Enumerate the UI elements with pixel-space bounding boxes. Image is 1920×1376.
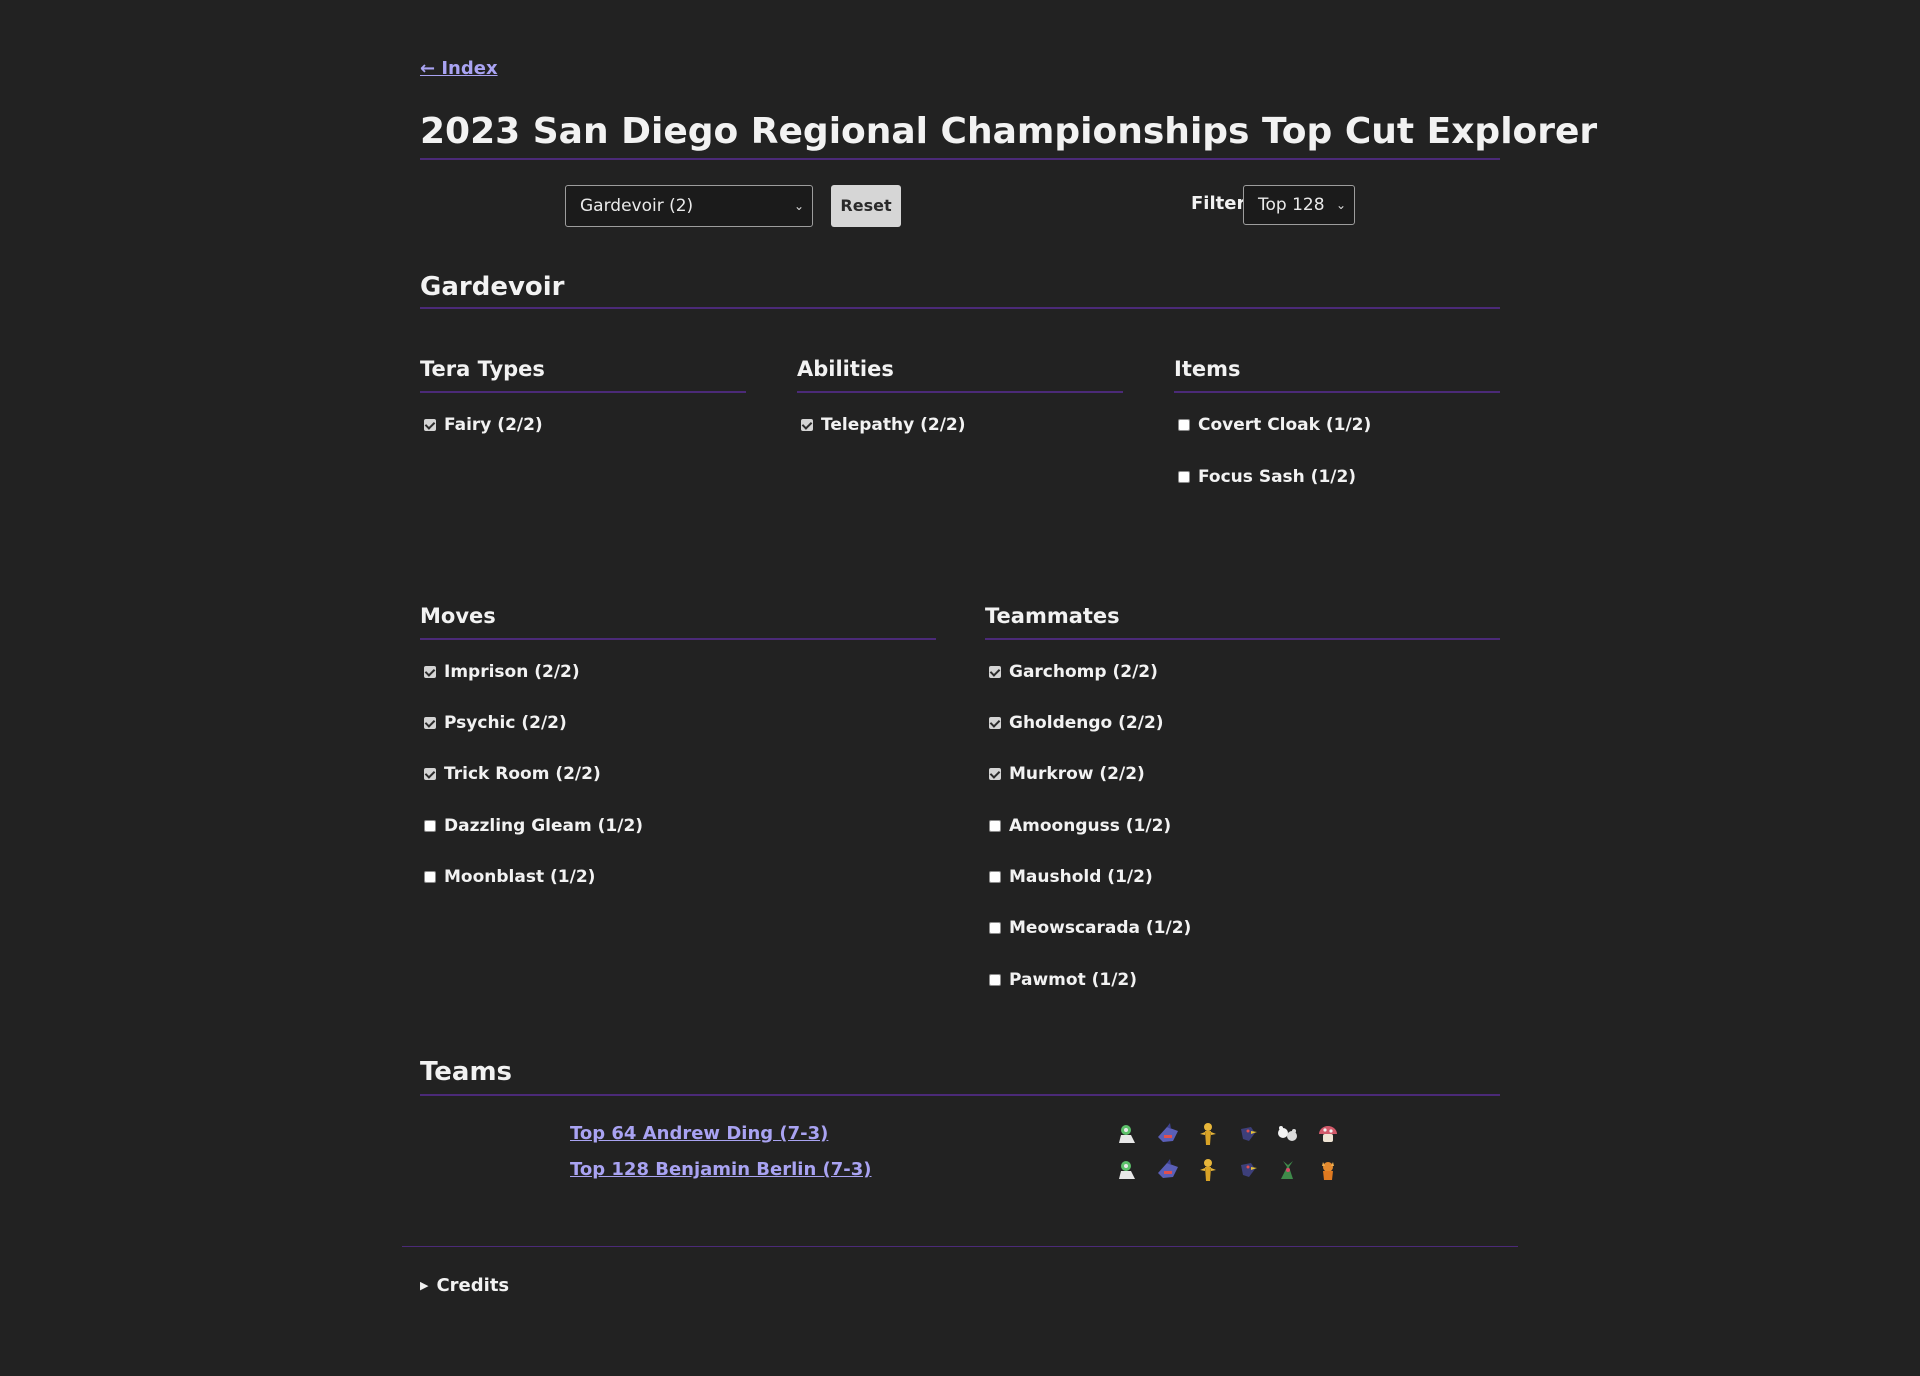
- pokemon-heading: Gardevoir: [420, 272, 565, 302]
- option-move-imprison[interactable]: Imprison (2/2): [424, 662, 580, 682]
- murkrow-icon: [1235, 1157, 1261, 1183]
- section-divider: [1174, 391, 1500, 393]
- option-label: Focus Sash (1/2): [1198, 467, 1357, 487]
- option-label: Moonblast (1/2): [444, 867, 596, 887]
- filter-select[interactable]: Top 128 ⌄: [1243, 185, 1355, 225]
- checkbox-unchecked[interactable]: [989, 871, 1001, 883]
- checkbox-unchecked[interactable]: [1178, 419, 1190, 431]
- checkbox-unchecked[interactable]: [989, 922, 1001, 934]
- option-label: Covert Cloak (1/2): [1198, 415, 1372, 435]
- checkbox-unchecked[interactable]: [989, 820, 1001, 832]
- option-item-focus-sash[interactable]: Focus Sash (1/2): [1178, 467, 1356, 487]
- checkbox-checked[interactable]: [424, 419, 436, 431]
- option-tera-fairy[interactable]: Fairy (2/2): [424, 415, 543, 435]
- back-to-index-link[interactable]: ← Index: [420, 58, 498, 79]
- option-label: Amoonguss (1/2): [1009, 816, 1172, 836]
- option-label: Trick Room (2/2): [444, 764, 601, 784]
- option-move-trick-room[interactable]: Trick Room (2/2): [424, 764, 601, 784]
- option-label: Pawmot (1/2): [1009, 970, 1138, 990]
- checkbox-unchecked[interactable]: [424, 820, 436, 832]
- pawmot-icon: [1315, 1157, 1341, 1183]
- abilities-section: Abilities Telepathy (2/2): [797, 356, 1123, 476]
- gholdengo-icon: [1195, 1157, 1221, 1183]
- option-label: Imprison (2/2): [444, 662, 580, 682]
- filter-select-value: Top 128: [1258, 195, 1325, 215]
- team-link[interactable]: Top 128 Benjamin Berlin (7-3): [570, 1159, 872, 1180]
- checkbox-unchecked[interactable]: [989, 974, 1001, 986]
- option-label: Psychic (2/2): [444, 713, 567, 733]
- checkbox-checked[interactable]: [424, 768, 436, 780]
- garchomp-icon: [1155, 1121, 1181, 1147]
- chevron-down-icon: ⌄: [793, 199, 804, 213]
- checkbox-checked[interactable]: [989, 666, 1001, 678]
- option-teammate-gholdengo[interactable]: Gholdengo (2/2): [989, 713, 1164, 733]
- items-heading: Items: [1174, 357, 1241, 381]
- checkbox-checked[interactable]: [801, 419, 813, 431]
- checkbox-unchecked[interactable]: [1178, 471, 1190, 483]
- section-divider: [985, 638, 1500, 640]
- checkbox-checked[interactable]: [424, 666, 436, 678]
- tera-types-heading: Tera Types: [420, 357, 545, 381]
- option-teammate-garchomp[interactable]: Garchomp (2/2): [989, 662, 1158, 682]
- items-section: Items Covert Cloak (1/2) Focus Sash (1/2…: [1174, 356, 1500, 516]
- credits-label: Credits: [436, 1275, 510, 1296]
- checkbox-unchecked[interactable]: [424, 871, 436, 883]
- abilities-heading: Abilities: [797, 357, 894, 381]
- checkbox-checked[interactable]: [424, 717, 436, 729]
- team-link[interactable]: Top 64 Andrew Ding (7-3): [570, 1123, 828, 1144]
- option-label: Telepathy (2/2): [821, 415, 966, 435]
- checkbox-checked[interactable]: [989, 768, 1001, 780]
- gholdengo-icon: [1195, 1121, 1221, 1147]
- maushold-icon: [1275, 1121, 1301, 1147]
- option-label: Fairy (2/2): [444, 415, 543, 435]
- meowscarada-icon: [1275, 1157, 1301, 1183]
- section-divider: [420, 391, 746, 393]
- option-label: Meowscarada (1/2): [1009, 918, 1192, 938]
- option-label: Murkrow (2/2): [1009, 764, 1145, 784]
- option-label: Dazzling Gleam (1/2): [444, 816, 644, 836]
- option-ability-telepathy[interactable]: Telepathy (2/2): [801, 415, 966, 435]
- pokemon-divider: [420, 307, 1500, 309]
- option-move-moonblast[interactable]: Moonblast (1/2): [424, 867, 595, 887]
- option-label: Gholdengo (2/2): [1009, 713, 1164, 733]
- team-sprites: [1115, 1157, 1341, 1183]
- page-title: 2023 San Diego Regional Championships To…: [420, 111, 1598, 152]
- option-label: Garchomp (2/2): [1009, 662, 1158, 682]
- moves-section: Moves Imprison (2/2) Psychic (2/2) Trick…: [420, 603, 936, 903]
- title-divider: [420, 158, 1500, 160]
- pokemon-select-value: Gardevoir (2): [580, 196, 694, 216]
- option-teammate-amoonguss[interactable]: Amoonguss (1/2): [989, 816, 1171, 836]
- credits-toggle[interactable]: ▶ Credits: [420, 1275, 509, 1296]
- team-sprites: [1115, 1121, 1341, 1147]
- teammates-section: Teammates Garchomp (2/2) Gholdengo (2/2)…: [985, 603, 1500, 1003]
- teammates-heading: Teammates: [985, 604, 1120, 628]
- chevron-down-icon: ⌄: [1335, 198, 1346, 212]
- teams-divider: [420, 1094, 1500, 1096]
- option-teammate-murkrow[interactable]: Murkrow (2/2): [989, 764, 1145, 784]
- moves-heading: Moves: [420, 604, 496, 628]
- teams-heading: Teams: [420, 1057, 513, 1087]
- gardevoir-icon: [1115, 1121, 1141, 1147]
- checkbox-checked[interactable]: [989, 717, 1001, 729]
- gardevoir-icon: [1115, 1157, 1141, 1183]
- section-divider: [420, 638, 936, 640]
- option-label: Maushold (1/2): [1009, 867, 1153, 887]
- disclosure-triangle-icon: ▶: [420, 1279, 429, 1292]
- option-item-covert-cloak[interactable]: Covert Cloak (1/2): [1178, 415, 1371, 435]
- garchomp-icon: [1155, 1157, 1181, 1183]
- option-teammate-pawmot[interactable]: Pawmot (1/2): [989, 970, 1137, 990]
- option-move-psychic[interactable]: Psychic (2/2): [424, 713, 567, 733]
- murkrow-icon: [1235, 1121, 1261, 1147]
- amoonguss-icon: [1315, 1121, 1341, 1147]
- tera-types-section: Tera Types Fairy (2/2): [420, 356, 746, 476]
- section-divider: [797, 391, 1123, 393]
- option-teammate-maushold[interactable]: Maushold (1/2): [989, 867, 1153, 887]
- option-teammate-meowscarada[interactable]: Meowscarada (1/2): [989, 918, 1191, 938]
- option-move-dazzling-gleam[interactable]: Dazzling Gleam (1/2): [424, 816, 643, 836]
- footer-divider: [402, 1246, 1518, 1247]
- reset-button[interactable]: Reset: [831, 185, 901, 227]
- pokemon-select[interactable]: Gardevoir (2) ⌄: [565, 185, 813, 227]
